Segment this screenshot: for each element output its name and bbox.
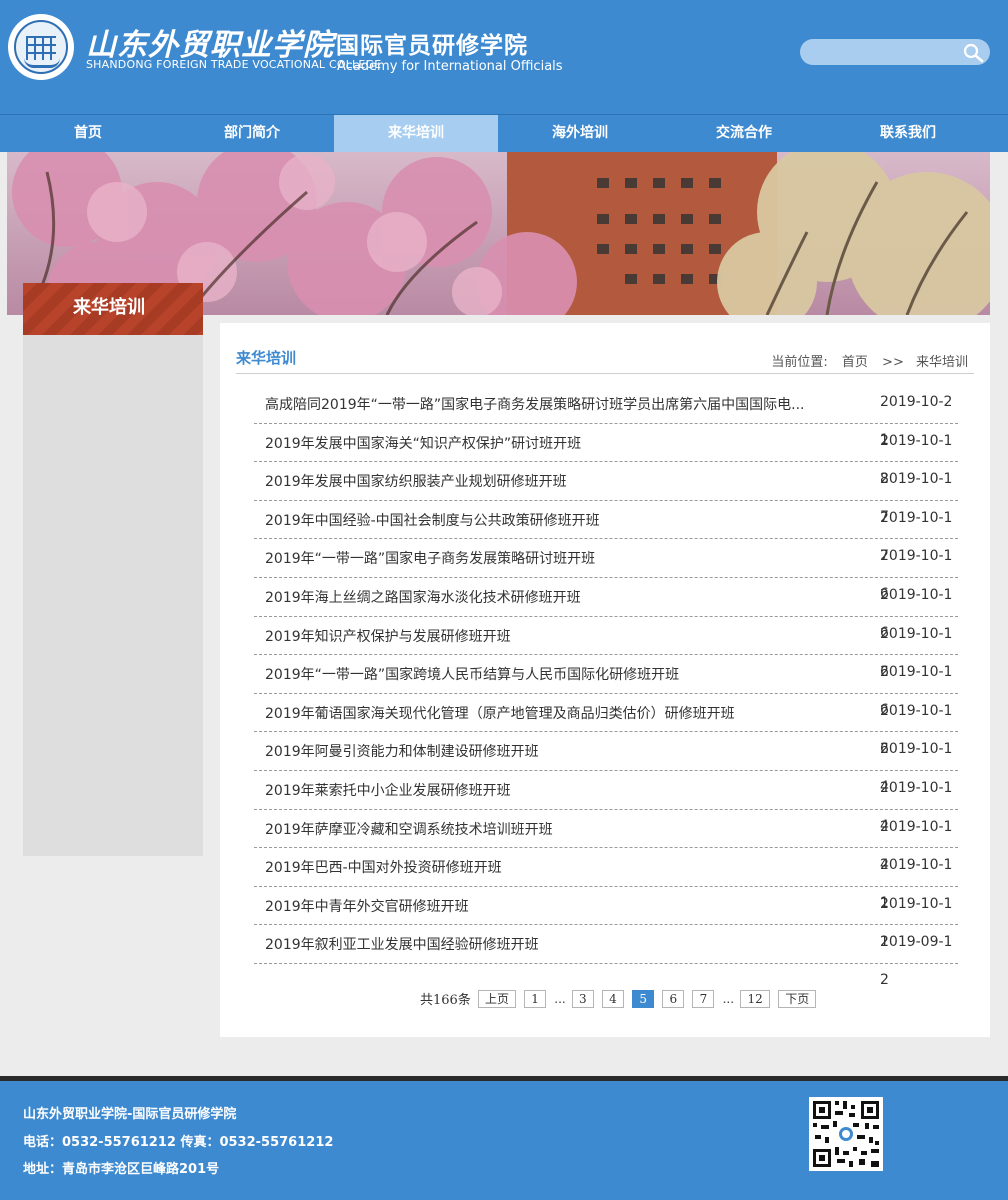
nav-item-overseas-training[interactable]: 海外培训 <box>498 115 662 152</box>
page-button-12[interactable]: 12 <box>740 989 771 1008</box>
list-item: 2019年阿曼引资能力和体制建设研修班开班 2019-10-14 <box>254 732 958 795</box>
news-title-link[interactable]: 2019年知识产权保护与发展研修班开班 <box>265 626 511 646</box>
list-item: 2019年莱索托中小企业发展研修班开班 2019-10-14 <box>254 771 958 834</box>
search-icon[interactable] <box>962 42 984 64</box>
breadcrumb-prefix: 当前位置: <box>771 355 828 370</box>
list-item: 2019年中国经验-中国社会制度与公共政策研修班开班 2019-10-17 <box>254 501 958 564</box>
breadcrumb: 当前位置: 首页 >> 来华培训 <box>767 351 968 370</box>
news-title-link[interactable]: 2019年叙利亚工业发展中国经验研修班开班 <box>265 934 539 954</box>
list-item: 2019年发展中国家纺织服装产业规划研修班开班 2019-10-17 <box>254 462 958 525</box>
list-item: 2019年“一带一路”国家电子商务发展策略研讨班开班 2019-10-16 <box>254 539 958 602</box>
main-content: 来华培训 当前位置: 首页 >> 来华培训 高成陪同2019年“一带一路”国家电… <box>220 323 990 1037</box>
news-title-link[interactable]: 2019年海上丝绸之路国家海水淡化技术研修班开班 <box>265 587 581 607</box>
footer-address: 地址：青岛市李沧区巨峰路201号 <box>23 1162 220 1177</box>
search-input[interactable] <box>810 42 960 62</box>
news-title-link[interactable]: 2019年“一带一路”国家跨境人民币结算与人民币国际化研修班开班 <box>265 664 679 684</box>
news-title-link[interactable]: 2019年萨摩亚冷藏和空调系统技术培训班开班 <box>265 819 553 839</box>
logo-grid-icon <box>26 36 56 60</box>
nav-item-about[interactable]: 部门简介 <box>170 115 334 152</box>
news-title-link[interactable]: 2019年发展中国家纺织服装产业规划研修班开班 <box>265 471 567 491</box>
news-title-link[interactable]: 2019年葡语国家海关现代化管理（原产地管理及商品归类估价）研修班开班 <box>265 703 735 723</box>
list-item: 2019年萨摩亚冷藏和空调系统技术培训班开班 2019-10-14 <box>254 810 958 873</box>
site-footer: 山东外贸职业学院-国际官员研修学院 电话：0532-55761212 传真：05… <box>0 1081 1008 1200</box>
footer-phone-fax: 电话：0532-55761212 传真：0532-55761212 <box>23 1135 334 1150</box>
logo-emblem <box>14 20 68 74</box>
breadcrumb-home-link[interactable]: 首页 <box>842 355 868 370</box>
sidebar-title: 来华培训 <box>23 283 203 335</box>
page-button-6[interactable]: 6 <box>662 989 685 1008</box>
news-title-link[interactable]: 高成陪同2019年“一带一路”国家电子商务发展策略研讨班学员出席第六届中国国际电… <box>265 394 804 414</box>
list-item: 2019年发展中国家海关“知识产权保护”研讨班开班 2019-10-18 <box>254 424 958 487</box>
list-item: 2019年知识产权保护与发展研修班开班 2019-10-16 <box>254 617 958 680</box>
list-item: 2019年“一带一路”国家跨境人民币结算与人民币国际化研修班开班 2019-10-… <box>254 655 958 718</box>
page-button-7[interactable]: 7 <box>692 989 715 1008</box>
list-item: 2019年中青年外交官研修班开班 2019-10-11 <box>254 887 958 950</box>
pagination: 共166条 上页 1 ... 3 4 5 6 7 ... 12 下页 <box>420 989 820 1009</box>
news-title-link[interactable]: 2019年发展中国家海关“知识产权保护”研讨班开班 <box>265 433 581 453</box>
page-button-3[interactable]: 3 <box>571 989 594 1008</box>
prev-page-button[interactable]: 上页 <box>477 989 516 1008</box>
sidebar: 来华培训 <box>23 283 203 856</box>
news-title-link[interactable]: 2019年“一带一路”国家电子商务发展策略研讨班开班 <box>265 548 595 568</box>
main-nav: 首页 部门简介 来华培训 海外培训 交流合作 联系我们 <box>0 114 1008 152</box>
nav-item-contact[interactable]: 联系我们 <box>826 115 990 152</box>
logo-arc-icon <box>24 58 60 68</box>
list-item: 2019年叙利亚工业发展中国经验研修班开班 2019-09-12 <box>254 925 958 988</box>
news-list: 高成陪同2019年“一带一路”国家电子商务发展策略研讨班学员出席第六届中国国际电… <box>254 385 958 988</box>
page-button-4[interactable]: 4 <box>602 989 624 1008</box>
nav-item-exchange[interactable]: 交流合作 <box>662 115 826 152</box>
site-header: 山东外贸职业学院 SHANDONG FOREIGN TRADE VOCATION… <box>0 0 1008 114</box>
news-title-link[interactable]: 2019年莱索托中小企业发展研修班开班 <box>265 780 511 800</box>
academy-name-cn: 国际官员研修学院 <box>336 33 528 59</box>
pagination-ellipsis: ... <box>722 991 735 1006</box>
breadcrumb-current[interactable]: 来华培训 <box>916 355 968 370</box>
qr-code-icon <box>809 1097 883 1171</box>
news-date: 2019-09-12 <box>880 934 953 989</box>
news-title-link[interactable]: 2019年巴西-中国对外投资研修班开班 <box>265 857 502 877</box>
list-item: 2019年海上丝绸之路国家海水淡化技术研修班开班 2019-10-16 <box>254 578 958 641</box>
academy-name-en: Academy for International Officials <box>337 59 563 74</box>
breadcrumb-separator: >> <box>882 355 904 370</box>
news-title-link[interactable]: 2019年中青年外交官研修班开班 <box>265 896 469 916</box>
school-logo[interactable] <box>8 14 74 80</box>
news-title-link[interactable]: 2019年阿曼引资能力和体制建设研修班开班 <box>265 741 539 761</box>
footer-org-name: 山东外贸职业学院-国际官员研修学院 <box>23 1107 237 1122</box>
nav-item-home[interactable]: 首页 <box>6 115 170 152</box>
page-title: 来华培训 <box>236 349 297 367</box>
list-item: 2019年巴西-中国对外投资研修班开班 2019-10-11 <box>254 848 958 911</box>
nav-item-china-training[interactable]: 来华培训 <box>334 115 498 152</box>
page-button-current[interactable]: 5 <box>632 989 655 1008</box>
page-button-1[interactable]: 1 <box>524 989 547 1008</box>
next-page-button[interactable]: 下页 <box>778 989 817 1008</box>
list-item: 高成陪同2019年“一带一路”国家电子商务发展策略研讨班学员出席第六届中国国际电… <box>254 385 958 448</box>
title-divider <box>236 373 974 374</box>
list-item: 2019年葡语国家海关现代化管理（原产地管理及商品归类估价）研修班开班 2019-… <box>254 694 958 757</box>
pagination-ellipsis: ... <box>554 991 566 1006</box>
news-title-link[interactable]: 2019年中国经验-中国社会制度与公共政策研修班开班 <box>265 510 600 530</box>
pagination-total: 共166条 <box>420 993 471 1008</box>
